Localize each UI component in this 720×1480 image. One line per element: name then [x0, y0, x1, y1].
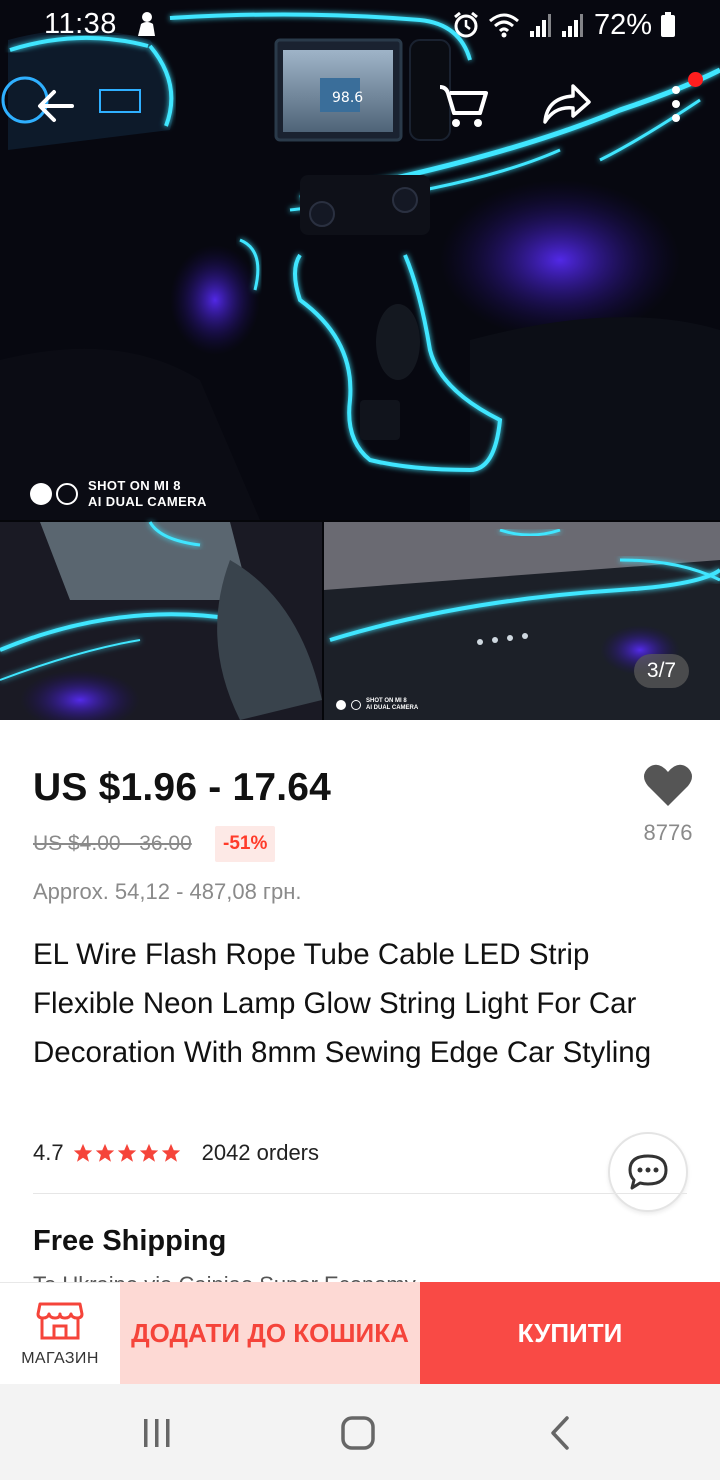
recents-icon	[144, 1419, 170, 1447]
action-bar: МАГАЗИН ДОДАТИ ДО КОШИКА КУПИТИ	[0, 1282, 720, 1384]
status-right: 72%	[452, 8, 676, 42]
approx-price: Approx. 54,12 - 487,08 грн.	[33, 879, 302, 904]
product-image-gallery[interactable]: 98.6 11:38 72% SHOT ON MI 8 AI DUAL CAME…	[0, 0, 720, 720]
svg-text:98.6: 98.6	[332, 90, 363, 106]
alarm-icon	[454, 11, 478, 38]
recents-button[interactable]	[127, 1408, 187, 1458]
thumb-watermark-line2: AI DUAL CAMERA	[366, 705, 419, 711]
section-divider	[33, 1193, 687, 1194]
camera-watermark: SHOT ON MI 8 AI DUAL CAMERA	[30, 478, 207, 510]
heart-icon	[644, 764, 692, 806]
rating-stars	[72, 1142, 182, 1164]
discount-badge: -51%	[215, 826, 276, 862]
star-icon	[117, 1143, 136, 1162]
store-icon	[36, 1302, 84, 1339]
thumb-watermark-line1: SHOT ON MI 8	[366, 698, 407, 704]
share-button[interactable]	[536, 74, 596, 134]
store-button[interactable]: МАГАЗИН	[0, 1282, 120, 1384]
store-label: МАГАЗИН	[21, 1349, 99, 1367]
image-counter: 3/7	[634, 654, 689, 688]
home-button[interactable]	[328, 1408, 388, 1458]
star-icon	[161, 1143, 180, 1162]
signal-icon-2	[561, 14, 583, 37]
signal-icon-1	[529, 14, 551, 37]
price: US $1.96 - 17.64	[33, 766, 332, 809]
star-icon	[139, 1143, 158, 1162]
chat-icon	[628, 1154, 668, 1190]
thumbnail-watermark: SHOT ON MI 8 AI DUAL CAMERA	[336, 698, 418, 712]
wishlist-count: 8776	[643, 820, 693, 845]
add-to-cart-button[interactable]: ДОДАТИ ДО КОШИКА	[120, 1282, 420, 1384]
battery-percent: 72%	[593, 8, 652, 41]
status-time: 11:38	[44, 8, 117, 40]
shipping-title[interactable]: Free Shipping	[33, 1225, 226, 1258]
wifi-icon	[488, 13, 519, 38]
star-icon	[95, 1143, 114, 1162]
cart-icon	[439, 85, 488, 127]
status-bar: 11:38 72%	[0, 0, 720, 50]
orders-count: 2042 orders	[201, 1140, 320, 1165]
chat-button[interactable]	[608, 1132, 688, 1212]
cart-button[interactable]	[434, 74, 494, 134]
battery-icon	[661, 12, 675, 37]
wishlist-button[interactable]	[642, 762, 694, 808]
back-button[interactable]	[26, 76, 86, 136]
product-photo: 98.6	[0, 0, 720, 720]
rating-row[interactable]: 4.7 2042 orders	[33, 1140, 319, 1166]
more-icon	[672, 86, 680, 122]
star-icon	[73, 1143, 92, 1162]
watermark-line1: SHOT ON MI 8	[88, 478, 181, 493]
back-arrow-icon	[38, 90, 74, 122]
shipping-detail: To Ukraine via Cainiao Super Economy	[33, 1274, 416, 1282]
old-price: US $4.00 - 36.00	[33, 832, 192, 855]
system-nav-bar	[0, 1384, 720, 1480]
home-icon	[341, 1416, 375, 1450]
notification-icon	[138, 12, 155, 36]
notification-dot	[688, 72, 703, 87]
product-title: EL Wire Flash Rope Tube Cable LED Strip …	[33, 938, 652, 1069]
share-icon	[543, 84, 591, 124]
rating-value: 4.7	[33, 1140, 64, 1165]
nav-back-button[interactable]	[530, 1408, 590, 1458]
watermark-line2: AI DUAL CAMERA	[88, 494, 207, 509]
nav-back-icon	[551, 1416, 569, 1450]
shipping-detail-text: To Ukraine via Cainiao Super Economy	[33, 1274, 416, 1282]
buy-now-button[interactable]: КУПИТИ	[420, 1282, 720, 1384]
